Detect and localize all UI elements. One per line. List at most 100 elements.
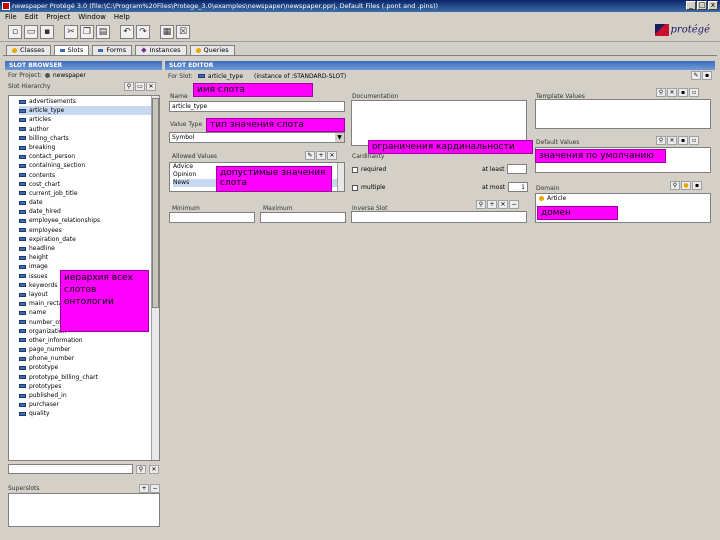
tab-classes[interactable]: Classes <box>6 45 51 55</box>
add-icon[interactable]: ▪ <box>678 88 688 97</box>
slot-tree-item[interactable]: height <box>19 253 151 262</box>
slot-tree-item[interactable]: cost_chart <box>19 180 151 189</box>
slot-tree-item[interactable]: author <box>19 125 151 134</box>
slot-tree-item[interactable]: article_type <box>19 106 151 116</box>
remove-icon[interactable]: ✕ <box>498 200 508 209</box>
slot-tree-item[interactable]: purchaser <box>19 400 151 409</box>
slot-tree-item[interactable]: published_in <box>19 391 151 400</box>
add-icon[interactable]: ▪ <box>678 136 688 145</box>
tab-forms[interactable]: Forms <box>92 45 133 55</box>
slot-tree-item[interactable]: other_information <box>19 336 151 345</box>
slot-tree-item[interactable]: page_number <box>19 345 151 354</box>
slot-tree-item[interactable]: billing_charts <box>19 134 151 143</box>
chevron-down-icon[interactable]: ▼ <box>335 133 344 142</box>
minimize-button[interactable]: _ <box>686 1 696 10</box>
maximize-button[interactable]: □ <box>697 1 707 10</box>
slot-tree-item[interactable]: prototypes <box>19 382 151 391</box>
delete-icon[interactable]: ▫ <box>689 136 699 145</box>
slot-tree-item[interactable]: containing_section <box>19 161 151 170</box>
slot-tree-item[interactable]: date <box>19 198 151 207</box>
domain-label: Domain <box>536 185 560 192</box>
domain-item[interactable]: Article <box>547 195 566 202</box>
find-icon[interactable]: ⚲ <box>136 464 146 474</box>
slot-tree-item[interactable]: prototype_billing_chart <box>19 373 151 382</box>
remove-icon[interactable]: ✕ <box>667 88 677 97</box>
search-icon[interactable]: ⚲ <box>656 136 666 145</box>
slot-search-input[interactable] <box>8 464 133 474</box>
delete-icon[interactable]: − <box>509 200 519 209</box>
value-type-select[interactable]: Symbol ▼ <box>169 132 345 143</box>
slot-tree-item[interactable]: expiration_date <box>19 235 151 244</box>
delete-icon[interactable]: ▫ <box>689 88 699 97</box>
slot-tree-item[interactable]: prototype <box>19 363 151 372</box>
delete-icon[interactable]: ☒ <box>176 24 190 39</box>
open-icon[interactable]: ▭ <box>24 24 38 39</box>
edit-value-icon[interactable]: ✎ <box>305 151 315 160</box>
paste-icon[interactable]: ▤ <box>96 24 110 39</box>
multiple-checkbox[interactable] <box>352 184 358 191</box>
edit-slot-icon[interactable]: ✎ <box>691 71 701 80</box>
delete-slot-icon[interactable]: ✕ <box>146 81 156 91</box>
tab-instances[interactable]: ◆ Instances <box>135 45 187 55</box>
tab-queries[interactable]: Queries <box>189 45 235 55</box>
tab-slots[interactable]: Slots <box>53 45 90 55</box>
scrollbar-thumb[interactable] <box>152 98 159 308</box>
menu-edit[interactable]: Edit <box>25 12 39 22</box>
slot-tree-label: author <box>29 125 49 133</box>
slot-tree-item[interactable]: date_hired <box>19 207 151 216</box>
inverse-slot-field[interactable] <box>351 211 527 223</box>
config-icon[interactable]: ▦ <box>160 24 174 39</box>
cut-icon[interactable]: ✂ <box>64 24 78 39</box>
menu-project[interactable]: Project <box>46 12 70 22</box>
required-checkbox[interactable] <box>352 166 358 173</box>
slot-tree-item[interactable]: phone_number <box>19 354 151 363</box>
redo-icon[interactable]: ↷ <box>136 24 150 39</box>
app-icon <box>2 2 10 10</box>
slot-tree-item[interactable]: advertisements <box>19 97 151 106</box>
add-icon[interactable]: + <box>487 200 497 209</box>
slot-tree-item[interactable]: employees <box>19 226 151 235</box>
remove-icon[interactable]: ✕ <box>667 136 677 145</box>
close-button[interactable]: x <box>708 1 718 10</box>
search-icon[interactable]: ⚲ <box>670 181 680 190</box>
undo-icon[interactable]: ↶ <box>120 24 134 39</box>
slot-icon <box>19 356 26 361</box>
new-icon[interactable]: ▫ <box>8 24 22 39</box>
search-icon[interactable]: ⚲ <box>656 88 666 97</box>
menu-help[interactable]: Help <box>114 12 130 22</box>
search-icon[interactable]: ⚲ <box>476 200 486 209</box>
slot-tree-item[interactable]: employee_relationships <box>19 216 151 225</box>
tree-scrollbar[interactable] <box>151 96 159 460</box>
search-icon[interactable]: ⚲ <box>124 81 134 91</box>
menu-file[interactable]: File <box>5 12 17 22</box>
slot-tree-item[interactable]: quality <box>19 409 151 418</box>
hide-icon[interactable]: ▪ <box>702 71 712 80</box>
slot-tree-item[interactable]: current_job_title <box>19 189 151 198</box>
allowed-values-scrollbar[interactable] <box>337 163 344 191</box>
slot-tree-item[interactable]: breaking <box>19 143 151 152</box>
at-least-field[interactable] <box>507 164 528 174</box>
slot-tree-item[interactable]: contents <box>19 171 151 180</box>
required-label: required <box>361 166 387 173</box>
slot-tree-item[interactable]: contact_person <box>19 152 151 161</box>
slot-tree-item[interactable]: articles <box>19 115 151 124</box>
menu-window[interactable]: Window <box>78 12 106 22</box>
slot-tree-item[interactable]: headline <box>19 244 151 253</box>
remove-class-icon[interactable]: ▪ <box>692 181 702 190</box>
add-superslot-icon[interactable]: + <box>139 483 149 493</box>
save-icon[interactable]: ▪ <box>40 24 54 39</box>
slot-icon <box>19 145 26 150</box>
copy-icon[interactable]: ❐ <box>80 24 94 39</box>
remove-value-icon[interactable]: ✕ <box>327 151 337 160</box>
maximum-field[interactable] <box>260 212 346 223</box>
find-next-icon[interactable]: ✕ <box>149 464 159 474</box>
at-most-field[interactable]: 1 <box>507 182 528 192</box>
slot-icon <box>19 200 26 205</box>
add-value-icon[interactable]: + <box>316 151 326 160</box>
minimum-field[interactable] <box>169 212 255 223</box>
create-slot-icon[interactable]: ▭ <box>135 81 145 91</box>
name-field[interactable]: article_type <box>169 101 345 112</box>
add-class-icon[interactable]: ● <box>681 181 691 190</box>
remove-superslot-icon[interactable]: − <box>150 483 160 493</box>
slot-icon <box>19 384 26 389</box>
